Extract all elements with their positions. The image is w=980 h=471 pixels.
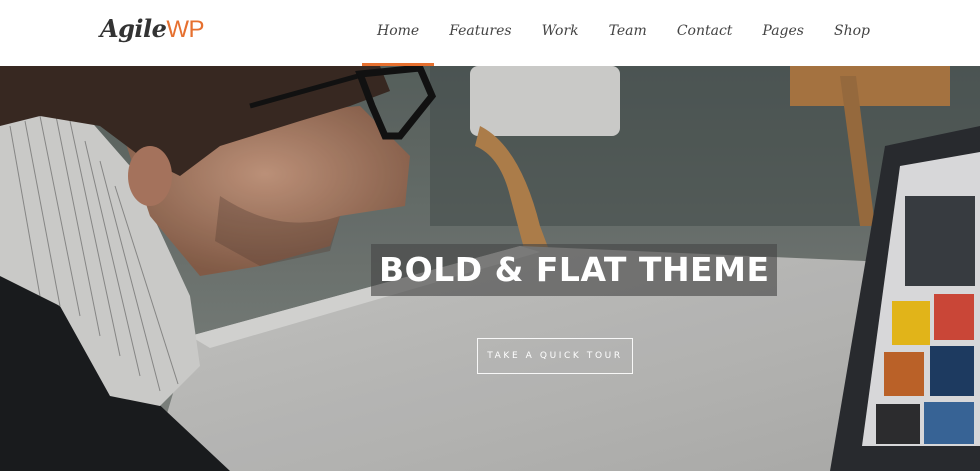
main-nav: Home Features Work Team Contact Pages Sh…	[362, 0, 885, 66]
nav-item-team[interactable]: Team	[594, 0, 662, 66]
nav-item-features[interactable]: Features	[434, 0, 526, 66]
hero-section: BOLD & FLAT THEME TAKE A QUICK TOUR	[0, 66, 980, 471]
nav-item-contact[interactable]: Contact	[662, 0, 748, 66]
logo-text-wp: WP	[166, 16, 205, 43]
nav-item-work[interactable]: Work	[527, 0, 594, 66]
site-logo[interactable]: AgileWP	[100, 14, 205, 44]
nav-item-home[interactable]: Home	[362, 0, 435, 66]
logo-text-agile: Agile	[100, 14, 167, 43]
take-tour-button[interactable]: TAKE A QUICK TOUR	[477, 338, 633, 374]
nav-item-shop[interactable]: Shop	[819, 0, 885, 66]
nav-item-pages[interactable]: Pages	[747, 0, 819, 66]
hero-headline: BOLD & FLAT THEME	[371, 244, 778, 296]
site-header: AgileWP Home Features Work Team Contact …	[0, 0, 980, 66]
